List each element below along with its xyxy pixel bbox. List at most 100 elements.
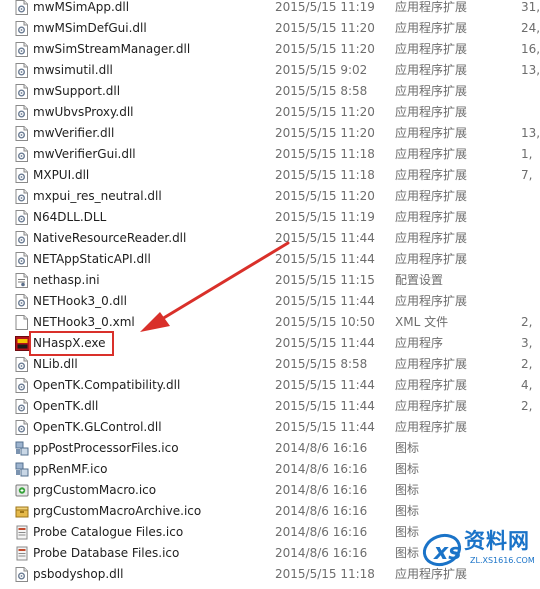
file-date: 2015/5/15 11:44 <box>275 294 375 308</box>
file-type: 应用程序扩展 <box>395 231 468 245</box>
file-size: 3, <box>521 336 533 350</box>
file-size: 1, <box>521 147 533 161</box>
file-row[interactable]: prgCustomMacro.ico 2014/8/6 16:16 图标 <box>0 480 540 501</box>
file-row[interactable]: NETHook3_0.xml 2015/5/15 10:50 XML 文件 2, <box>0 312 540 333</box>
dll-gear-icon <box>15 210 28 225</box>
file-name: mwMSimApp.dll <box>33 0 130 14</box>
file-date: 2015/5/15 11:20 <box>275 126 375 140</box>
file-name: Probe Catalogue Files.ico <box>33 525 184 539</box>
file-type: 图标 <box>395 462 420 476</box>
file-date: 2014/8/6 16:16 <box>275 546 368 560</box>
watermark-logo: xs 资料网 ZL.XS1616.COM <box>418 522 540 579</box>
file-type: 应用程序扩展 <box>395 147 468 161</box>
file-row[interactable]: ppPostProcessorFiles.ico 2014/8/6 16:16 图标 <box>0 438 540 459</box>
file-row[interactable]: mxpui_res_neutral.dll 2015/5/15 11:20 应用程序… <box>0 186 540 207</box>
file-type: 应用程序扩展 <box>395 399 468 413</box>
dll-gear-icon <box>15 231 28 246</box>
watermark-ring-icon: xs <box>422 533 461 567</box>
dll-gear-icon <box>15 357 28 372</box>
file-size: 24, <box>521 21 540 35</box>
file-name: mwVerifierGui.dll <box>33 147 136 161</box>
file-row[interactable]: OpenTK.dll 2015/5/15 11:44 应用程序扩展 2, <box>0 396 540 417</box>
file-name: mwSupport.dll <box>33 84 121 98</box>
file-row[interactable]: NativeResourceReader.dll 2015/5/15 11:44 应… <box>0 228 540 249</box>
file-name: OpenTK.Compatibility.dll <box>33 378 181 392</box>
file-name: prgCustomMacroArchive.ico <box>33 504 202 518</box>
file-type: 应用程序扩展 <box>395 189 468 203</box>
file-row[interactable]: N64DLL.DLL 2015/5/15 11:19 应用程序扩展 <box>0 207 540 228</box>
file-date: 2015/5/15 11:44 <box>275 378 375 392</box>
dll-gear-icon <box>15 84 28 99</box>
svg-text:xs: xs <box>433 540 461 565</box>
file-type: 应用程序扩展 <box>395 210 468 224</box>
dll-gear-icon <box>15 420 28 435</box>
file-row[interactable]: mwMSimDefGui.dll 2015/5/15 11:20 应用程序扩展 24, <box>0 18 540 39</box>
file-type: 应用程序扩展 <box>395 84 468 98</box>
file-row[interactable]: NLib.dll 2015/5/15 8:58 应用程序扩展 2, <box>0 354 540 375</box>
ico-multi-icon <box>15 462 29 477</box>
file-size: 13, <box>521 63 540 77</box>
file-row[interactable]: mwUbvsProxy.dll 2015/5/15 11:20 应用程序扩展 <box>0 102 540 123</box>
file-name: OpenTK.dll <box>33 399 99 413</box>
file-name: psbodyshop.dll <box>33 567 124 581</box>
file-type: 应用程序扩展 <box>395 126 468 140</box>
file-name: mwSimStreamManager.dll <box>33 42 191 56</box>
file-row[interactable]: MXPUI.dll 2015/5/15 11:18 应用程序扩展 7, <box>0 165 540 186</box>
file-row[interactable]: nethasp.ini 2015/5/15 11:15 配置设置 <box>0 270 540 291</box>
file-type: 应用程序扩展 <box>395 378 468 392</box>
file-date: 2014/8/6 16:16 <box>275 483 368 497</box>
file-name: NLib.dll <box>33 357 78 371</box>
file-row[interactable]: ppRenMF.ico 2014/8/6 16:16 图标 <box>0 459 540 480</box>
file-name: nethasp.ini <box>33 273 100 287</box>
file-size: 4, <box>521 378 533 392</box>
file-name: mwsimutil.dll <box>33 63 113 77</box>
ico-probe-icon <box>15 546 28 561</box>
dll-gear-icon <box>15 378 28 393</box>
file-row[interactable]: mwMSimApp.dll 2015/5/15 11:19 应用程序扩展 31, <box>0 0 540 18</box>
dll-gear-icon <box>15 294 28 309</box>
file-row[interactable]: mwVerifierGui.dll 2015/5/15 11:18 应用程序扩展 1, <box>0 144 540 165</box>
file-name: NHaspX.exe <box>29 331 114 356</box>
ico-archive-icon <box>15 504 29 519</box>
file-row[interactable]: mwSimStreamManager.dll 2015/5/15 11:20 应用程… <box>0 39 540 60</box>
file-date: 2015/5/15 9:02 <box>275 63 368 77</box>
blank-file-icon <box>15 315 28 330</box>
file-row[interactable]: OpenTK.GLControl.dll 2015/5/15 11:44 应用程序扩… <box>0 417 540 438</box>
file-date: 2015/5/15 11:44 <box>275 399 375 413</box>
file-type: 图标 <box>395 504 420 518</box>
file-row[interactable]: prgCustomMacroArchive.ico 2014/8/6 16:16 图… <box>0 501 540 522</box>
ico-macro-icon <box>15 483 29 498</box>
file-date: 2015/5/15 10:50 <box>275 315 375 329</box>
file-type: 图标 <box>395 546 420 560</box>
file-row[interactable]: NETAppStaticAPI.dll 2015/5/15 11:44 应用程序扩展 <box>0 249 540 270</box>
file-date: 2015/5/15 11:44 <box>275 252 375 266</box>
file-date: 2014/8/6 16:16 <box>275 504 368 518</box>
file-row[interactable]: mwVerifier.dll 2015/5/15 11:20 应用程序扩展 13, <box>0 123 540 144</box>
file-name: Probe Database Files.ico <box>33 546 180 560</box>
file-type: 配置设置 <box>395 273 444 287</box>
file-row[interactable]: NETHook3_0.dll 2015/5/15 11:44 应用程序扩展 <box>0 291 540 312</box>
file-date: 2015/5/15 11:20 <box>275 21 375 35</box>
dll-gear-icon <box>15 567 28 582</box>
file-date: 2014/8/6 16:16 <box>275 462 368 476</box>
file-row[interactable]: NHaspX.exe 2015/5/15 11:44 应用程序 3, <box>0 331 540 356</box>
file-date: 2015/5/15 11:18 <box>275 147 375 161</box>
file-row[interactable]: mwsimutil.dll 2015/5/15 9:02 应用程序扩展 13, <box>0 60 540 81</box>
file-size: 16, <box>521 42 540 56</box>
file-date: 2015/5/15 11:44 <box>275 231 375 245</box>
file-type: 图标 <box>395 441 420 455</box>
file-type: 应用程序扩展 <box>395 168 468 182</box>
file-name: ppRenMF.ico <box>33 462 108 476</box>
file-name: NETHook3_0.dll <box>33 294 127 308</box>
file-type: 图标 <box>395 525 420 539</box>
dll-gear-icon <box>15 126 28 141</box>
file-type: 应用程序扩展 <box>395 63 468 77</box>
file-date: 2014/8/6 16:16 <box>275 441 368 455</box>
file-name: mwUbvsProxy.dll <box>33 105 134 119</box>
file-date: 2015/5/15 11:44 <box>275 336 375 350</box>
ico-probe-icon <box>15 525 28 540</box>
file-date: 2015/5/15 11:19 <box>275 0 375 14</box>
file-row[interactable]: OpenTK.Compatibility.dll 2015/5/15 11:44 应… <box>0 375 540 396</box>
file-row[interactable]: mwSupport.dll 2015/5/15 8:58 应用程序扩展 <box>0 81 540 102</box>
file-date: 2014/8/6 16:16 <box>275 525 368 539</box>
